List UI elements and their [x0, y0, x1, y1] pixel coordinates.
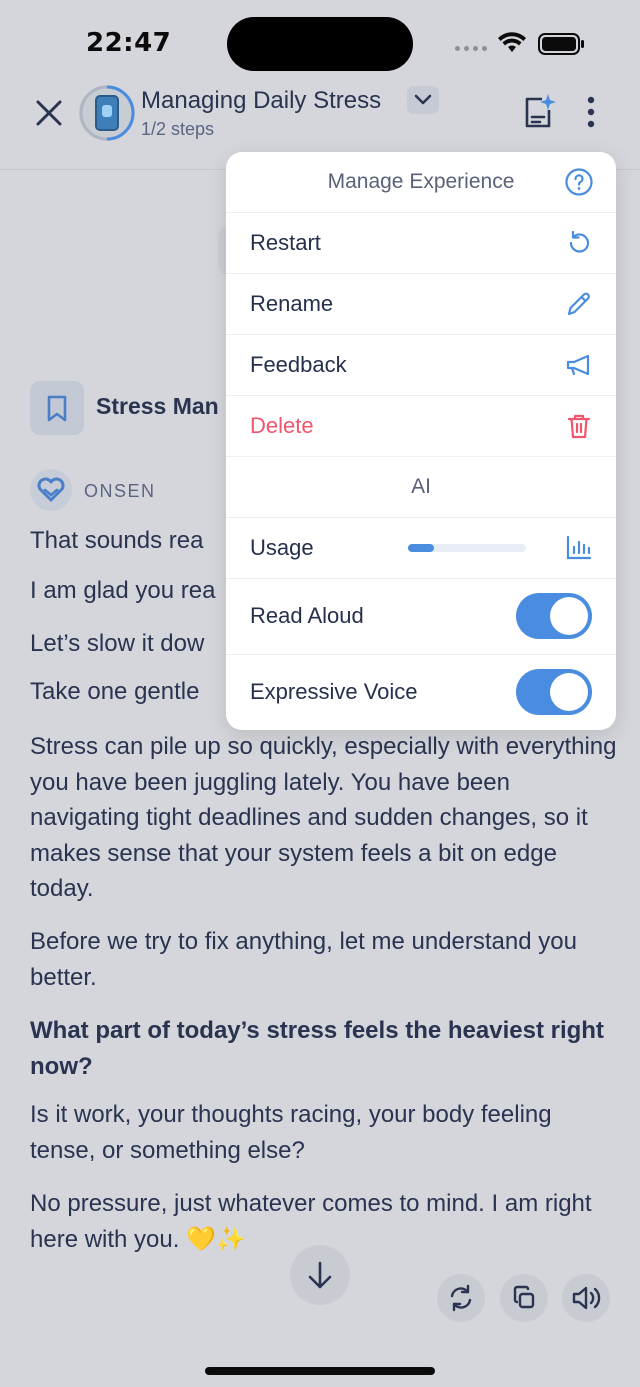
home-indicator	[205, 1367, 435, 1375]
assistant-name: ONSEN	[84, 481, 156, 501]
help-circle-icon[interactable]	[564, 167, 594, 197]
cellular-signal-icon	[455, 46, 487, 51]
notes-sparkle-icon[interactable]	[520, 92, 556, 132]
onsen-heart-icon	[37, 477, 65, 502]
menu-item-label: Delete	[250, 413, 314, 438]
menu-item-label: Restart	[250, 230, 321, 255]
heart-sparkles-emoji: 💛✨	[186, 1225, 246, 1253]
bookmark-button[interactable]	[30, 381, 84, 435]
menu-item-usage[interactable]: Usage	[226, 518, 616, 579]
copy-button[interactable]	[500, 1274, 548, 1322]
toggle-knob	[550, 673, 588, 711]
megaphone-icon	[566, 354, 590, 376]
battery-icon	[538, 33, 584, 55]
copy-icon	[513, 1285, 535, 1309]
chevron-down-icon	[414, 94, 432, 105]
trash-icon	[567, 414, 591, 439]
status-time: 22:47	[86, 28, 172, 58]
dynamic-island	[227, 17, 413, 71]
menu-header-title: Manage Experience	[327, 170, 515, 193]
menu-item-label: Feedback	[250, 352, 347, 377]
menu-item-restart[interactable]: Restart	[226, 213, 616, 274]
restart-icon	[569, 230, 590, 253]
chat-message: Is it work, your thoughts racing, your b…	[30, 1101, 552, 1164]
toggle-knob	[550, 597, 588, 635]
arrow-down-icon	[308, 1261, 332, 1289]
chat-message-text: No pressure, just whatever comes to mind…	[30, 1190, 592, 1253]
menu-item-expressive-voice: Expressive Voice	[226, 655, 616, 730]
phone-illustration	[95, 95, 119, 131]
regenerate-button[interactable]	[437, 1274, 485, 1322]
usage-meter	[408, 544, 526, 552]
bar-chart-icon	[566, 535, 592, 560]
status-bar: 22:47	[0, 0, 640, 84]
chat-question: What part of today’s stress feels the he…	[30, 1017, 604, 1080]
menu-item-feedback[interactable]: Feedback	[226, 335, 616, 396]
experience-avatar	[79, 85, 135, 141]
menu-item-label: Expressive Voice	[250, 679, 418, 704]
menu-header: Manage Experience	[226, 152, 616, 213]
page-title: Managing Daily Stress	[141, 87, 382, 114]
read-aloud-button[interactable]	[562, 1274, 610, 1322]
wifi-icon	[498, 32, 526, 52]
menu-item-label: Usage	[250, 535, 314, 560]
pencil-icon	[567, 292, 590, 316]
steps-progress: 1/2 steps	[141, 119, 215, 139]
chat-message: Before we try to fix anything, let me un…	[30, 928, 577, 991]
scroll-down-button[interactable]	[290, 1245, 350, 1305]
section-title: AI	[411, 475, 431, 498]
menu-item-read-aloud: Read Aloud	[226, 579, 616, 655]
menu-item-label: Read Aloud	[250, 603, 364, 628]
chat-message: Stress can pile up so quickly, especiall…	[30, 733, 617, 902]
manage-experience-menu: Manage Experience Restart Rename Feedbac…	[226, 152, 616, 730]
menu-item-delete[interactable]: Delete	[226, 396, 616, 457]
read-aloud-toggle[interactable]	[516, 593, 592, 639]
menu-item-rename[interactable]: Rename	[226, 274, 616, 335]
expressive-voice-toggle[interactable]	[516, 669, 592, 715]
refresh-icon	[450, 1284, 472, 1312]
menu-item-label: Rename	[250, 291, 334, 316]
bookmark-icon	[47, 395, 67, 422]
onsen-avatar	[30, 469, 72, 511]
resource-card-title[interactable]: Stress Man	[96, 393, 219, 420]
menu-section-ai: AI	[226, 457, 616, 518]
speaker-icon	[572, 1286, 601, 1310]
usage-meter-fill	[408, 544, 434, 552]
title-dropdown-button[interactable]	[407, 86, 439, 114]
more-vertical-icon[interactable]	[576, 94, 606, 130]
close-icon[interactable]	[30, 94, 68, 132]
